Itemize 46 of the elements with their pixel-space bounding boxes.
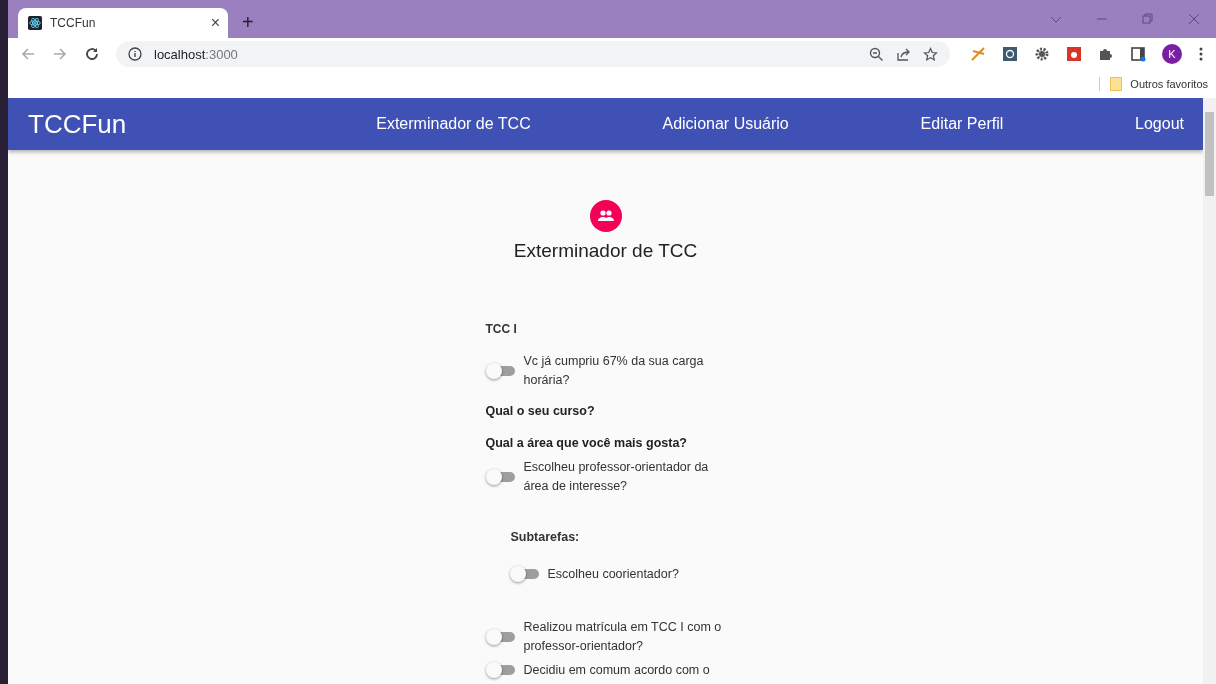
back-icon[interactable] bbox=[20, 46, 36, 62]
scrollbar[interactable] bbox=[1203, 98, 1216, 684]
question-label: Qual o seu curso? bbox=[485, 404, 596, 418]
zoom-out-icon[interactable] bbox=[869, 46, 884, 62]
toggle-label: Escolheu coorientador? bbox=[547, 565, 680, 583]
new-tab-button[interactable]: + bbox=[242, 11, 254, 34]
toggle-label: Escolheu professor-orientador da área de interesse? bbox=[523, 459, 710, 495]
sidebar-icon[interactable] bbox=[1130, 46, 1146, 62]
browser-tab[interactable]: TCCFun × bbox=[18, 8, 228, 38]
toggle-switch[interactable] bbox=[509, 564, 538, 584]
forward-icon[interactable] bbox=[52, 46, 68, 62]
extension-icon[interactable] bbox=[1002, 46, 1018, 62]
brand-title[interactable]: TCCFun bbox=[28, 108, 127, 140]
toggle-switch[interactable] bbox=[485, 660, 514, 680]
question-label: Qual a área que você mais gosta? bbox=[485, 436, 688, 450]
tab-title: TCCFun bbox=[50, 16, 97, 30]
toggle-label: Decidiu em comum acordo com o bbox=[523, 661, 711, 679]
star-icon[interactable] bbox=[923, 46, 938, 62]
puzzle-icon[interactable] bbox=[1098, 46, 1114, 62]
toggle-switch[interactable] bbox=[485, 361, 514, 381]
toggle-switch[interactable] bbox=[485, 627, 514, 647]
reload-icon[interactable] bbox=[84, 46, 100, 62]
folder-icon bbox=[1110, 77, 1123, 91]
people-avatar-icon bbox=[589, 200, 622, 232]
profile-avatar[interactable]: K bbox=[1162, 44, 1182, 64]
more-icon[interactable] bbox=[1198, 46, 1204, 62]
close-icon[interactable]: × bbox=[210, 14, 220, 32]
toggle-label: Vc já cumpriu 67% da sua carga horária? bbox=[523, 353, 705, 389]
atom-icon bbox=[28, 16, 42, 30]
nav-link[interactable]: Adicionar Usuário bbox=[662, 115, 789, 133]
section-label: TCC I bbox=[485, 322, 518, 336]
close-icon[interactable] bbox=[1188, 13, 1200, 25]
restore-icon[interactable] bbox=[1142, 13, 1154, 25]
bookmark-folder[interactable]: Outros favoritos bbox=[1099, 77, 1208, 91]
toggle-label: Realizou matrícula em TCC I com o professor-orientador? bbox=[523, 619, 723, 655]
nav-link[interactable]: Logout bbox=[1135, 115, 1184, 133]
address-bar[interactable]: localhost:3000 bbox=[116, 41, 950, 67]
extension-icon[interactable] bbox=[1066, 46, 1082, 62]
info-icon bbox=[128, 47, 142, 61]
nav-link[interactable]: Exterminador de TCC bbox=[376, 115, 531, 133]
gear-icon[interactable] bbox=[1034, 46, 1050, 62]
subtasks-heading: Subtarefas: bbox=[510, 530, 581, 544]
toggle-switch[interactable] bbox=[485, 467, 514, 487]
share-icon[interactable] bbox=[896, 46, 911, 62]
nav-link[interactable]: Editar Perfil bbox=[920, 115, 1004, 133]
page-title: Exterminador de TCC bbox=[513, 240, 698, 262]
